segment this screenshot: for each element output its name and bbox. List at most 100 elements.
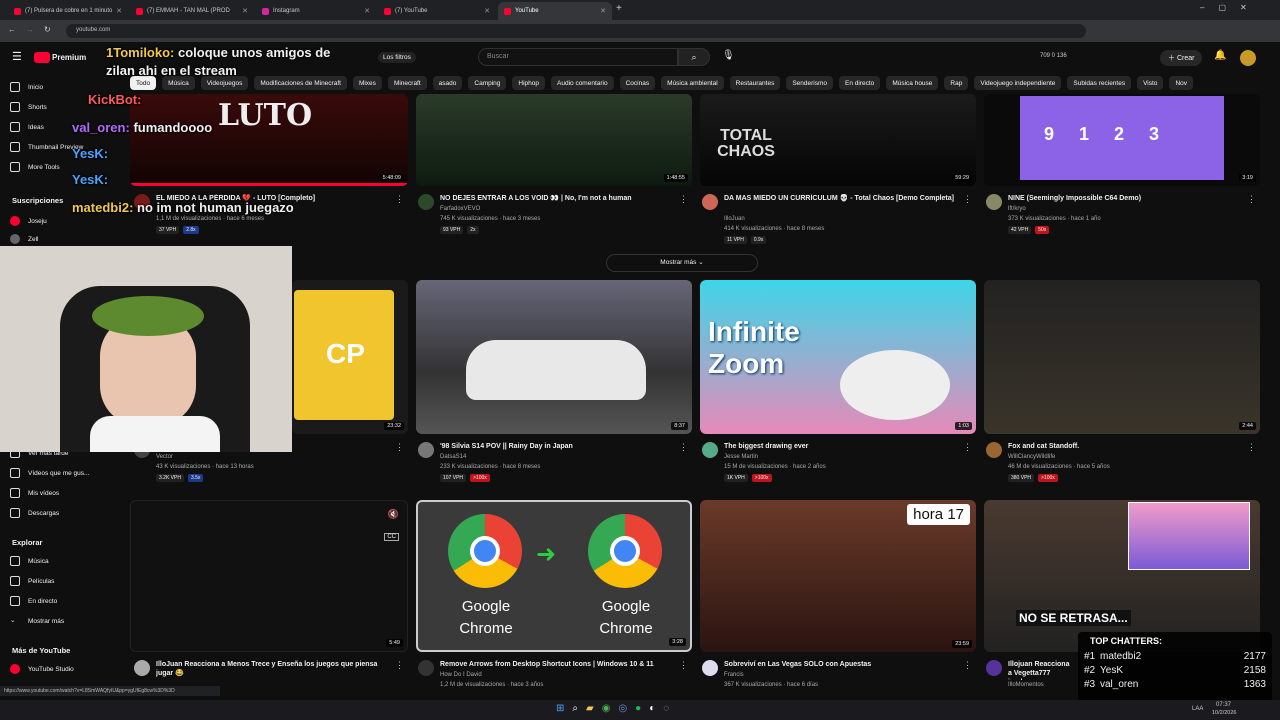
video-thumbnail[interactable]: CP 23:32	[292, 280, 408, 434]
create-button[interactable]: ＋ Crear	[1160, 50, 1203, 66]
bell-icon[interactable]: 🔔	[1214, 50, 1226, 61]
chrome-icon[interactable]: ◉	[602, 703, 611, 714]
channel-avatar[interactable]	[986, 660, 1002, 676]
reload-icon[interactable]: ↻	[44, 25, 51, 34]
chip-subidas-recientes[interactable]: Subidas recientes	[1067, 76, 1132, 90]
video-title[interactable]: DA MAS MIEDO UN CURRÍCULUM 💀 - Total Cha…	[724, 194, 964, 203]
channel-name[interactable]: WillClancyWildlife	[1008, 454, 1055, 460]
steam-icon[interactable]: ◌	[663, 703, 669, 714]
more-icon[interactable]: ⋮	[679, 660, 688, 671]
new-tab-icon[interactable]: +	[616, 3, 622, 14]
url-field[interactable]: youtube.com	[66, 24, 1086, 38]
more-icon[interactable]: ⋮	[679, 194, 688, 205]
channel-name[interactable]: How Do I David	[440, 672, 482, 678]
mic-icon[interactable]: 🎙	[722, 50, 735, 61]
video-title[interactable]: NINE (Seemingly Impossible C64 Demo)	[1008, 194, 1248, 203]
close-icon[interactable]: ✕	[600, 7, 606, 15]
chip-audio-comentario[interactable]: Audio comentario	[551, 76, 614, 90]
video-thumbnail-preview[interactable]: 🔇 CC 5:49	[130, 500, 408, 652]
channel-avatar[interactable]	[986, 194, 1002, 210]
avatar[interactable]	[1240, 50, 1256, 66]
channel-name[interactable]: DatsaS14	[440, 454, 466, 460]
sidebar-item-my-videos[interactable]: Mis vídeos	[10, 486, 120, 500]
more-icon[interactable]: ⋮	[395, 660, 404, 671]
menu-icon[interactable]: ☰	[12, 50, 22, 63]
more-icon[interactable]: ⋮	[395, 194, 404, 205]
channel-avatar[interactable]	[702, 442, 718, 458]
sidebar-item-subscription[interactable]: Zell	[10, 232, 120, 246]
search-icon[interactable]: ⌕	[678, 48, 710, 66]
forward-icon[interactable]: →	[26, 25, 34, 34]
mute-icon[interactable]: 🔇	[388, 509, 399, 520]
chip-hiphop[interactable]: Hiphop	[512, 76, 546, 90]
video-thumbnail[interactable]: ➜ Google Chrome Google Chrome 3:28	[416, 500, 692, 652]
chip-camping[interactable]: Camping	[468, 76, 507, 90]
chip-senderismo[interactable]: Senderismo	[786, 76, 834, 90]
chip-restaurantes[interactable]: Restaurantes	[729, 76, 781, 90]
sidebar-item-studio[interactable]: YouTube Studio	[10, 662, 120, 676]
channel-avatar[interactable]	[702, 660, 718, 676]
sidebar-item-show-more[interactable]: ⌄ Mostrar más	[10, 614, 120, 628]
close-icon[interactable]: ✕	[484, 7, 490, 15]
date[interactable]: 10/2/2026	[1212, 710, 1236, 716]
back-icon[interactable]: ←	[8, 25, 16, 34]
discord-icon[interactable]: ◎	[618, 703, 627, 714]
sidebar-item-films[interactable]: Películas	[10, 574, 120, 588]
browser-tab-active[interactable]: YouTube ✕	[498, 2, 612, 20]
chip-mixes[interactable]: Mixes	[352, 76, 382, 90]
browser-tab[interactable]: (7) Pulsera de cobre en 1 minuto ✕	[8, 2, 128, 20]
video-title[interactable]: '98 Silvia S14 POV || Rainy Day in Japan	[440, 442, 680, 451]
obs-icon[interactable]: ◐	[649, 703, 655, 714]
video-thumbnail[interactable]: hora 17 23:59	[700, 500, 976, 652]
chip-m-sica-ambiental[interactable]: Música ambiental	[661, 76, 724, 90]
video-thumbnail[interactable]: TOTAL CHAOS 59:29	[700, 94, 976, 186]
window-controls[interactable]: –▢✕	[1200, 3, 1261, 12]
close-icon[interactable]: ✕	[242, 7, 248, 15]
video-thumbnail[interactable]: 9 1 2 3 3:19	[984, 94, 1260, 186]
chip-minecraft[interactable]: Minecraft	[387, 76, 427, 90]
more-icon[interactable]: ⋮	[1247, 442, 1256, 453]
start-icon[interactable]: ⊞	[556, 703, 564, 714]
chip-videojuego-independiente[interactable]: Videojuego independiente	[974, 76, 1062, 90]
video-title[interactable]: Sobreviví en Las Vegas SOLO con Apuestas	[724, 660, 964, 669]
channel-name[interactable]: Vector	[156, 454, 173, 460]
video-title[interactable]: The biggest drawing ever	[724, 442, 964, 451]
channel-avatar[interactable]	[418, 194, 434, 210]
browser-tab[interactable]: Instagram ✕	[256, 2, 376, 20]
chip-cocinas[interactable]: Cocinas	[619, 76, 656, 90]
sidebar-item-downloads[interactable]: Descargas	[10, 506, 120, 520]
channel-avatar[interactable]	[986, 442, 1002, 458]
more-icon[interactable]: ⋮	[963, 442, 972, 453]
chip-asado[interactable]: asado	[432, 76, 463, 90]
sidebar-item-live[interactable]: En directo	[10, 594, 120, 608]
chip-visto[interactable]: Visto	[1137, 76, 1164, 90]
language-indicator[interactable]: LAA	[1192, 706, 1203, 712]
close-icon[interactable]: ✕	[364, 7, 370, 15]
video-title[interactable]: IlloJuan Reacciona a Menos Trece y Enseñ…	[156, 660, 396, 678]
video-title[interactable]: Remove Arrows from Desktop Shortcut Icon…	[440, 660, 680, 669]
channel-avatar[interactable]	[134, 660, 150, 676]
filters-button[interactable]: Los filtros	[378, 52, 416, 63]
video-title[interactable]: Fox and cat Standoff.	[1008, 442, 1248, 451]
close-icon[interactable]: ✕	[116, 7, 122, 15]
clock[interactable]: 07:37	[1216, 702, 1231, 708]
video-thumbnail[interactable]: Infinite Zoom 1:03	[700, 280, 976, 434]
video-title[interactable]: NO DEJES ENTRAR A LOS VOID 👀 | No, I'm n…	[440, 194, 680, 203]
captions-icon[interactable]: CC	[384, 533, 399, 541]
chip-nov[interactable]: Nov	[1169, 76, 1193, 90]
more-icon[interactable]: ⋮	[1247, 194, 1256, 205]
browser-tab[interactable]: (7) EMMAH - TAN MAL (PROD ✕	[130, 2, 254, 20]
sidebar-item-music[interactable]: Música	[10, 554, 120, 568]
channel-name[interactable]: Jesse Martin	[724, 454, 758, 460]
search-input[interactable]: Buscar	[478, 48, 678, 66]
channel-name[interactable]: Francis	[724, 672, 744, 678]
spotify-icon[interactable]: ●	[635, 703, 641, 714]
channel-name[interactable]: lft/kryo	[1008, 206, 1026, 212]
youtube-logo-icon[interactable]	[34, 52, 50, 63]
more-icon[interactable]: ⋮	[963, 660, 972, 671]
more-icon[interactable]: ⋮	[395, 442, 404, 453]
channel-avatar[interactable]	[702, 194, 718, 210]
channel-name[interactable]: IlloJuan	[724, 216, 745, 222]
folder-icon[interactable]: ▰	[586, 703, 594, 714]
video-thumbnail[interactable]: 1:48:55	[416, 94, 692, 186]
